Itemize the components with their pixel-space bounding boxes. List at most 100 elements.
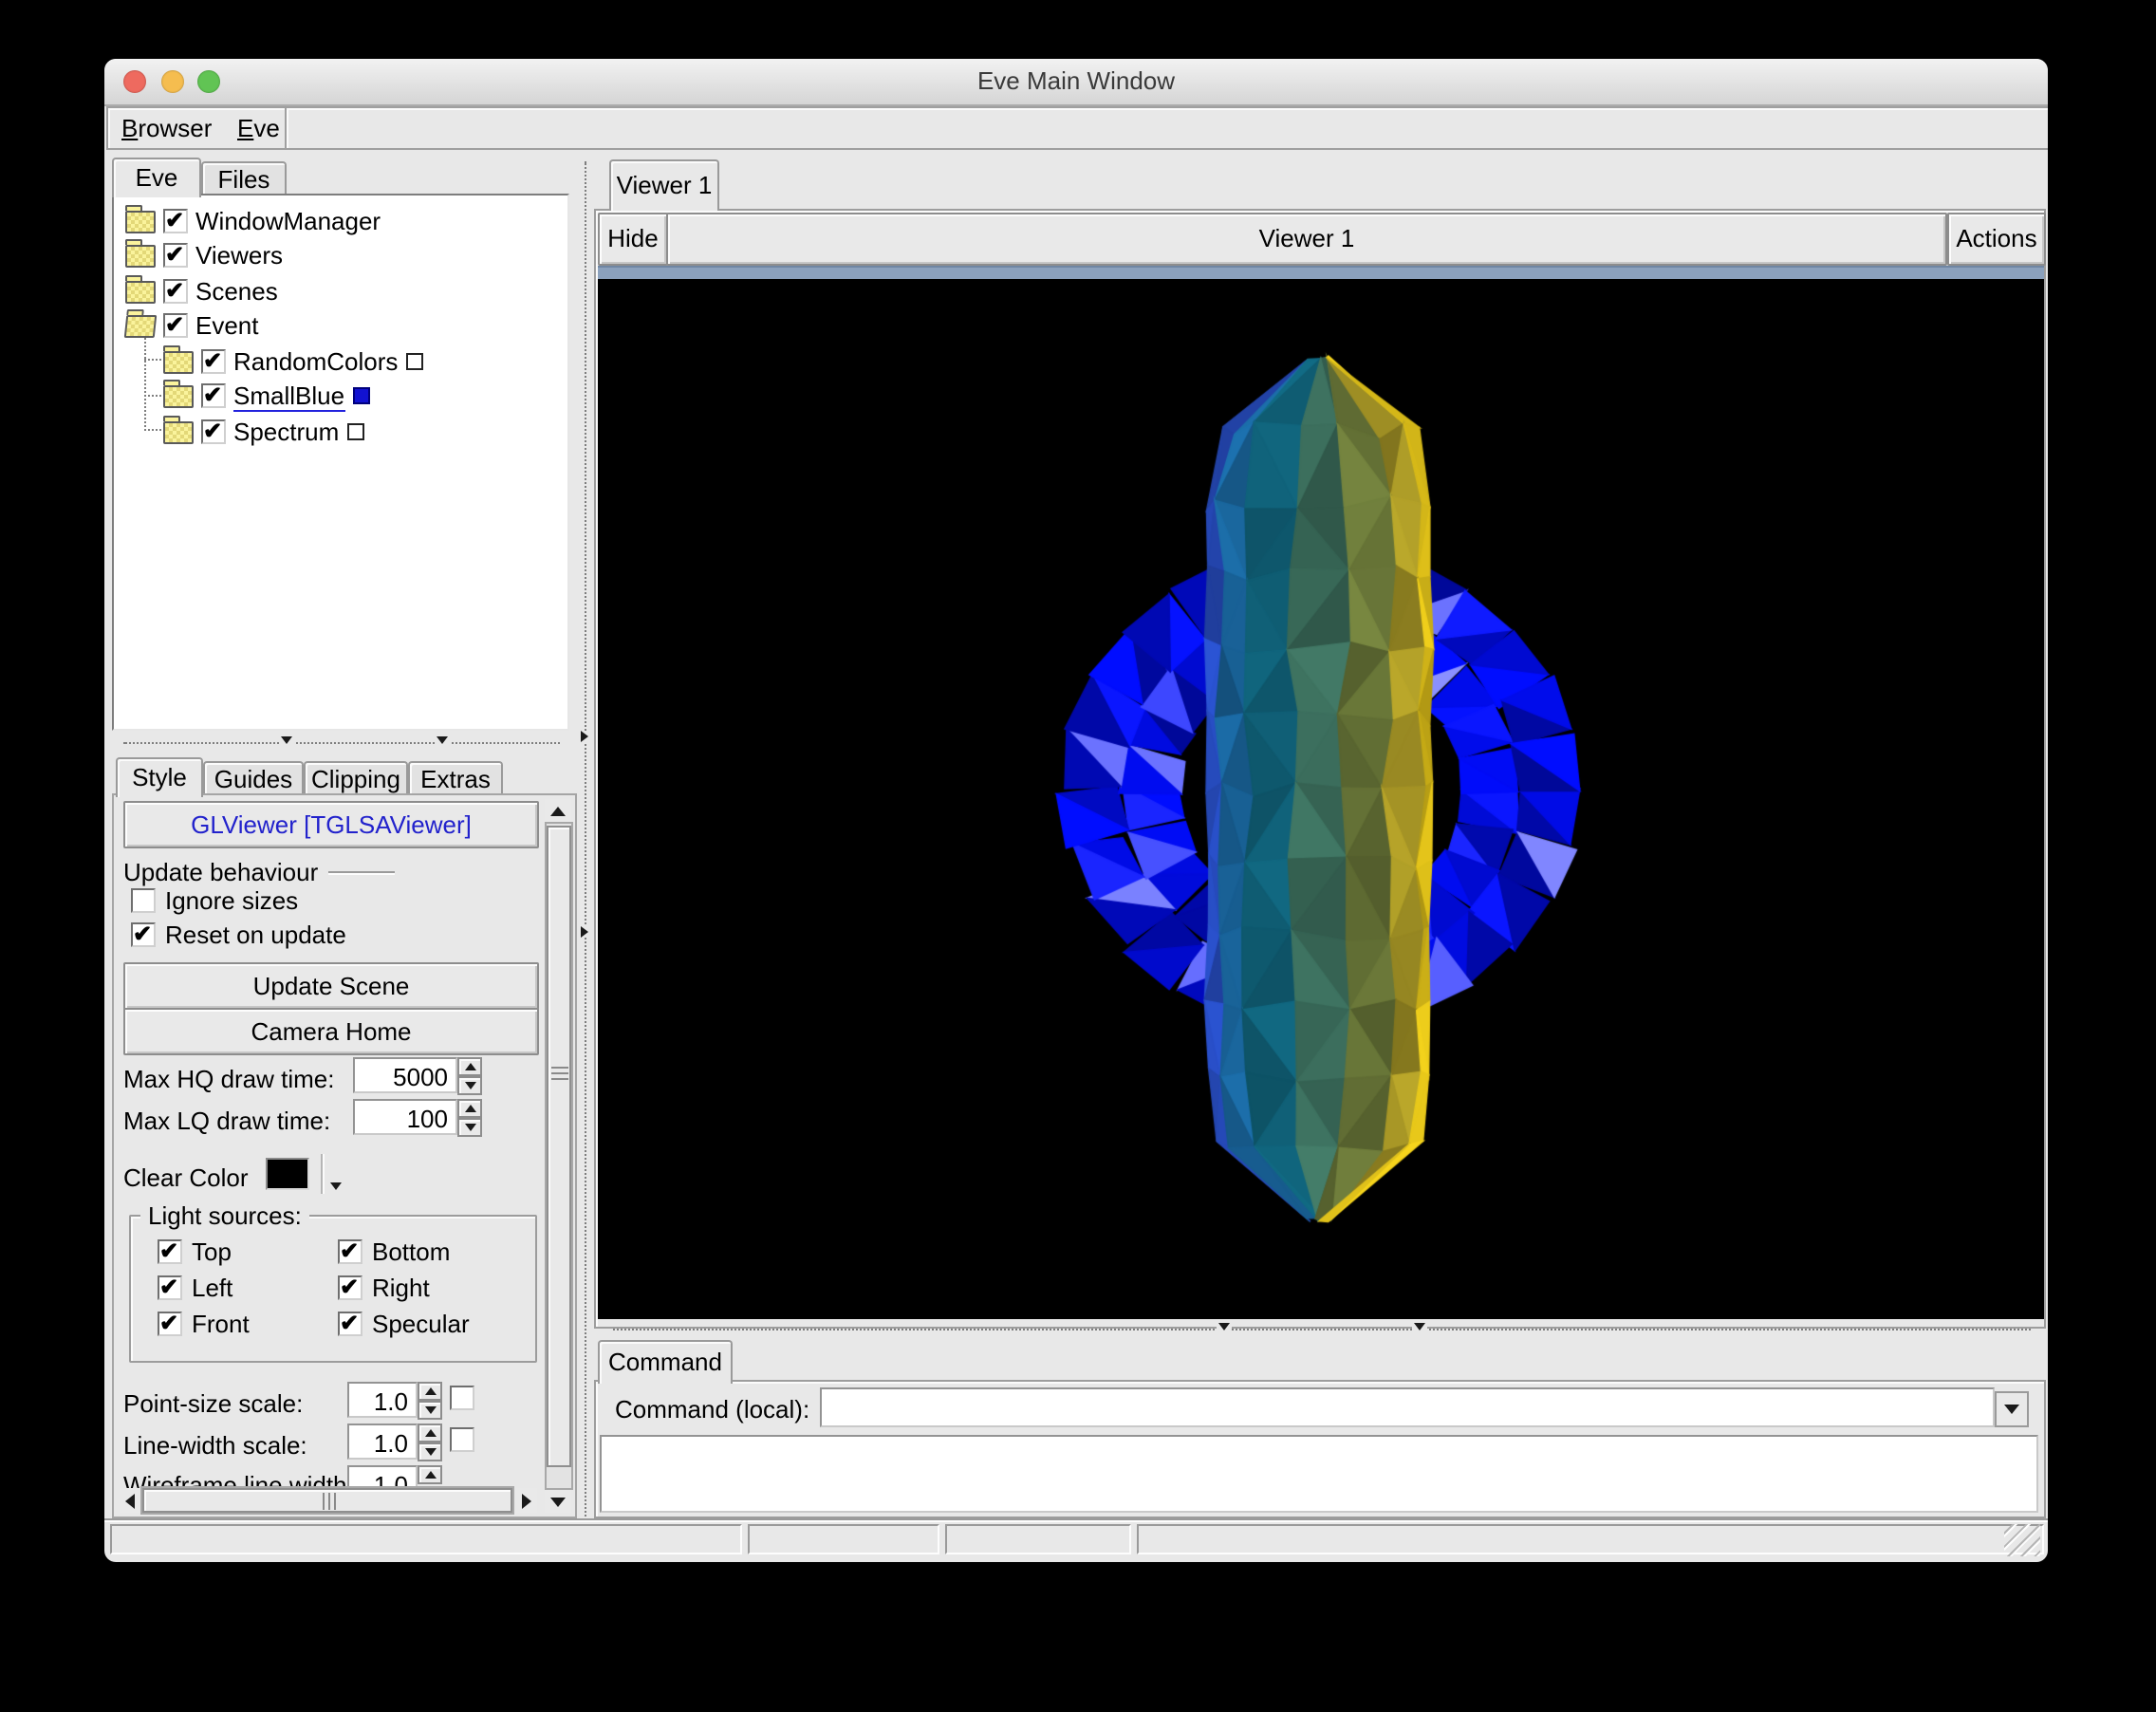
actions-button[interactable]: Actions [1947, 213, 2046, 266]
command-dropdown-button[interactable] [1995, 1391, 2029, 1427]
tree-checkbox[interactable] [163, 313, 188, 338]
splitter-expand-icon[interactable] [579, 926, 590, 938]
reset-on-update-row[interactable]: Reset on update [131, 921, 346, 949]
update-scene-button[interactable]: Update Scene [123, 962, 539, 1010]
light-bottom-checkbox[interactable] [338, 1239, 362, 1264]
tree-item-viewers[interactable]: Viewers [125, 239, 283, 271]
sidebar-tab-files-label: Files [218, 165, 270, 194]
line-width-scale-field[interactable]: 1.0 [347, 1424, 418, 1460]
viewport-canvas[interactable] [598, 279, 2044, 1319]
titlebar[interactable]: Eve Main Window [104, 59, 2048, 106]
menu-browser[interactable]: Browser [121, 112, 212, 144]
light-right-row[interactable]: Right [338, 1274, 430, 1302]
spin-down-button[interactable] [457, 1118, 482, 1137]
tab-command[interactable]: Command [598, 1340, 733, 1384]
splitter-collapse-icon[interactable] [435, 736, 450, 744]
light-right-checkbox[interactable] [338, 1275, 362, 1300]
sidebar-viewer-splitter[interactable] [585, 161, 586, 1517]
light-specular-checkbox[interactable] [338, 1312, 362, 1336]
ignore-sizes-checkbox[interactable] [131, 888, 156, 913]
spin-down-button[interactable] [418, 1442, 442, 1461]
tab-viewer-1[interactable]: Viewer 1 [609, 159, 719, 211]
ignore-sizes-row[interactable]: Ignore sizes [131, 886, 298, 915]
spin-down-button[interactable] [418, 1401, 442, 1420]
tree-item-randomcolors[interactable]: RandomColors [163, 345, 422, 378]
tree-item-label-selected: SmallBlue [233, 381, 344, 411]
gl-viewport[interactable] [598, 279, 2044, 1319]
vscroll-down-button[interactable] [545, 1490, 571, 1513]
splitter-collapse-icon[interactable] [1412, 1323, 1427, 1331]
spin-up-button[interactable] [418, 1382, 442, 1401]
viewer-command-splitter[interactable] [613, 1329, 2031, 1331]
tree-connector-stub [144, 395, 161, 397]
light-bottom-row[interactable]: Bottom [338, 1237, 450, 1266]
window-resize-grip[interactable] [2004, 1524, 2040, 1556]
hscrollbar-thumb[interactable] [142, 1488, 512, 1513]
tree-style-splitter[interactable] [123, 742, 560, 744]
vscrollbar-thumb[interactable] [547, 826, 571, 1467]
hide-button[interactable]: Hide [598, 213, 668, 266]
sidebar-tab-eve[interactable]: Eve [112, 158, 201, 197]
color-swatch-blue[interactable] [352, 387, 369, 404]
tab-extras[interactable]: Extras [408, 761, 503, 797]
light-bottom-label: Bottom [372, 1237, 450, 1266]
tree-checkbox[interactable] [163, 243, 188, 268]
splitter-expand-icon[interactable] [579, 731, 590, 742]
spin-up-button[interactable] [457, 1099, 482, 1118]
tree-checkbox[interactable] [201, 419, 226, 444]
color-swatch-empty[interactable] [405, 353, 422, 370]
light-left-row[interactable]: Left [158, 1274, 232, 1302]
spin-up-button[interactable] [418, 1424, 442, 1442]
hscroll-right-button[interactable] [516, 1488, 537, 1513]
light-left-checkbox[interactable] [158, 1275, 182, 1300]
splitter-collapse-icon[interactable] [279, 736, 294, 744]
menu-eve[interactable]: Eve [237, 112, 280, 144]
clear-color-swatch[interactable] [266, 1158, 309, 1190]
spin-up-button[interactable] [457, 1057, 482, 1076]
max-hq-field[interactable]: 5000 [353, 1057, 457, 1093]
sidebar-tab-files[interactable]: Files [201, 161, 287, 197]
viewer-title: Viewer 1 [1259, 224, 1355, 252]
tab-guides[interactable]: Guides [203, 761, 304, 797]
point-size-override-checkbox[interactable] [450, 1386, 474, 1410]
light-specular-row[interactable]: Specular [338, 1310, 470, 1338]
tree-checkbox[interactable] [163, 279, 188, 304]
point-size-scale-field[interactable]: 1.0 [347, 1382, 418, 1418]
vscroll-up-button[interactable] [545, 799, 571, 822]
camera-home-button[interactable]: Camera Home [123, 1008, 539, 1055]
tree-item-event[interactable]: Event [125, 309, 259, 342]
light-top-row[interactable]: Top [158, 1237, 232, 1266]
color-swatch-empty[interactable] [346, 423, 363, 440]
glviewer-button[interactable]: GLViewer [TGLSAViewer] [123, 801, 539, 848]
tree-item-scenes[interactable]: Scenes [125, 275, 278, 307]
spin-down-button[interactable] [457, 1076, 482, 1095]
clear-color-dropdown-icon[interactable] [330, 1167, 342, 1196]
command-input[interactable] [820, 1387, 1995, 1427]
tree-checkbox[interactable] [201, 383, 226, 408]
vscrollbar-track[interactable] [545, 822, 573, 1490]
light-top-checkbox[interactable] [158, 1239, 182, 1264]
tree-checkbox[interactable] [163, 209, 188, 233]
line-width-override-checkbox[interactable] [450, 1427, 474, 1452]
tab-clipping[interactable]: Clipping [304, 761, 408, 797]
hscroll-left-button[interactable] [120, 1488, 140, 1513]
command-output-area[interactable] [600, 1435, 2038, 1513]
splitter-collapse-icon[interactable] [1217, 1323, 1232, 1331]
max-lq-field[interactable]: 100 [353, 1099, 457, 1135]
eve-object-tree[interactable]: WindowManager Viewers Scenes Event Rando… [112, 194, 569, 731]
statusbar-divider [104, 1518, 2048, 1520]
tree-item-spectrum[interactable]: Spectrum [163, 416, 363, 448]
light-front-checkbox[interactable] [158, 1312, 182, 1336]
tab-style[interactable]: Style [116, 757, 203, 797]
tree-checkbox[interactable] [201, 349, 226, 374]
menu-eve-rest: ve [253, 114, 279, 142]
spin-up-button[interactable] [418, 1465, 442, 1484]
folder-icon [125, 280, 156, 303]
tree-item-windowmanager[interactable]: WindowManager [125, 205, 381, 237]
hscrollbar-track[interactable] [140, 1486, 514, 1515]
reset-on-update-checkbox[interactable] [131, 922, 156, 947]
viewer-titlebar[interactable]: Viewer 1 [666, 213, 1947, 266]
desktop: Eve Main Window Browser Eve Eve Files Wi… [0, 0, 2156, 1712]
tree-item-smallblue[interactable]: SmallBlue [163, 380, 369, 412]
light-front-row[interactable]: Front [158, 1310, 250, 1338]
